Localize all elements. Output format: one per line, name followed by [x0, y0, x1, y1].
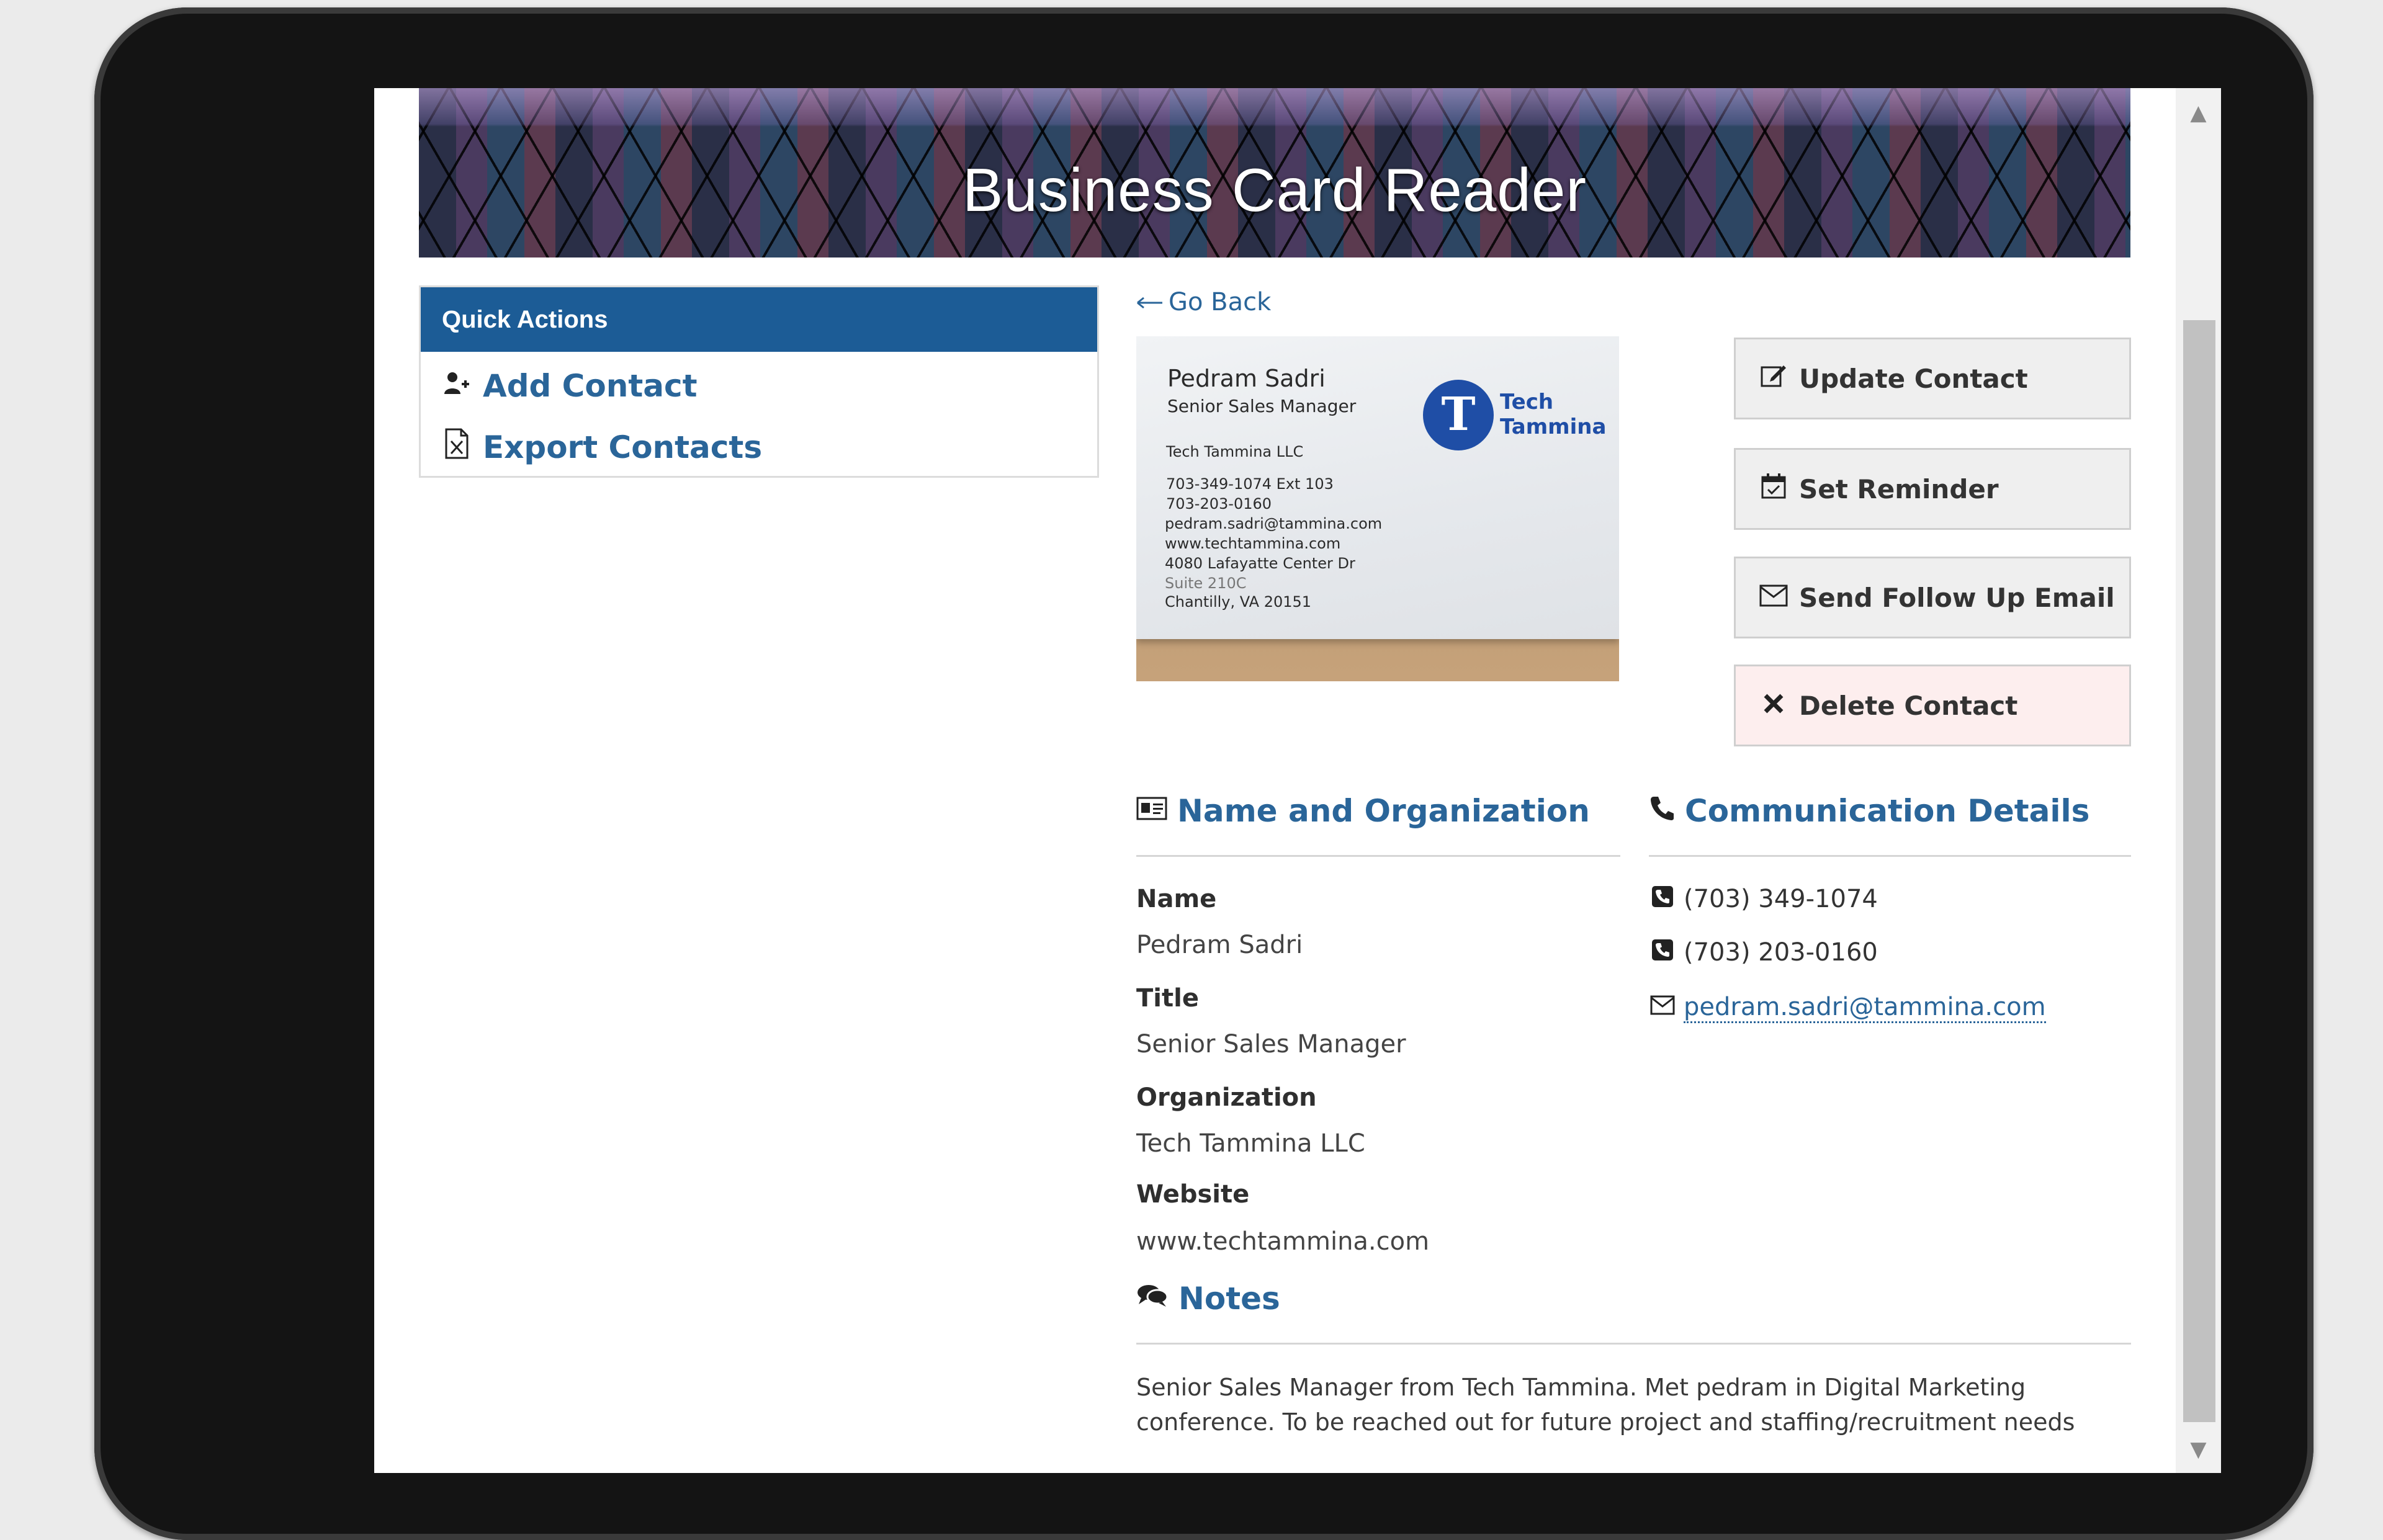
quick-actions-panel: Quick Actions Add Contact Export Contact…	[419, 285, 1099, 478]
card-title: Senior Sales Manager	[1167, 396, 1357, 416]
card-line: pedram.sadri@tammina.com	[1165, 515, 1383, 532]
card-line: 4080 Lafayatte Center Dr	[1165, 555, 1355, 572]
name-org-divider	[1136, 855, 1620, 857]
app-screen: Business Card Reader Quick Actions Add C…	[374, 88, 2221, 1473]
card-line: 703-349-1074 Ext 103	[1166, 475, 1334, 493]
file-excel-icon	[442, 428, 472, 467]
card-logo-icon: T	[1423, 380, 1494, 450]
email-link[interactable]: pedram.sadri@tammina.com	[1684, 993, 2046, 1023]
close-icon	[1758, 690, 1789, 722]
update-contact-button[interactable]: Update Contact	[1734, 338, 2131, 419]
go-back-link[interactable]: Go Back	[1136, 288, 1271, 316]
delete-contact-button[interactable]: Delete Contact	[1734, 665, 2131, 746]
card-line: Suite 210C	[1165, 575, 1247, 592]
scroll-up-arrow[interactable]: ▲	[2176, 94, 2221, 132]
envelope-icon	[1649, 995, 1676, 1021]
notes-divider	[1136, 1343, 2131, 1345]
name-value: Pedram Sadri	[1136, 931, 1303, 959]
card-logo-line1: Tech	[1500, 390, 1554, 414]
set-reminder-label: Set Reminder	[1799, 473, 1999, 504]
edit-icon	[1758, 362, 1789, 396]
card-logo-line2: Tammina	[1500, 414, 1607, 439]
communication-title: Communication Details	[1685, 793, 2090, 829]
card-company: Tech Tammina LLC	[1166, 443, 1304, 460]
name-org-title: Name and Organization	[1177, 793, 1590, 829]
card-line: www.techtammina.com	[1165, 535, 1341, 552]
comments-icon	[1136, 1283, 1169, 1315]
notes-title: Notes	[1178, 1281, 1280, 1317]
phone-number: (703) 203-0160	[1684, 938, 1878, 967]
tablet-frame: Business Card Reader Quick Actions Add C…	[94, 7, 2313, 1540]
notes-heading: Notes	[1136, 1281, 1280, 1317]
phone-icon	[1649, 795, 1675, 828]
add-contact-link[interactable]: Add Contact	[442, 368, 698, 404]
name-org-heading: Name and Organization	[1136, 793, 1590, 829]
user-plus-icon	[442, 370, 472, 402]
card-logo-text: Tech Tammina	[1500, 390, 1606, 439]
name-label: Name	[1136, 885, 1217, 913]
website-label: Website	[1136, 1180, 1250, 1209]
envelope-icon	[1758, 582, 1789, 614]
export-contacts-link[interactable]: Export Contacts	[442, 428, 762, 467]
vertical-scrollbar[interactable]: ▲ ▼	[2176, 88, 2221, 1473]
scroll-down-arrow[interactable]: ▼	[2176, 1431, 2221, 1468]
update-contact-label: Update Contact	[1799, 363, 2028, 394]
title-value: Senior Sales Manager	[1136, 1030, 1406, 1059]
card-surface: Pedram Sadri Senior Sales Manager T Tech…	[1136, 336, 1619, 639]
export-contacts-label: Export Contacts	[483, 429, 763, 465]
notes-text: Senior Sales Manager from Tech Tammina. …	[1136, 1374, 2075, 1436]
organization-label: Organization	[1136, 1083, 1317, 1112]
set-reminder-button[interactable]: Set Reminder	[1734, 448, 2131, 530]
app-title: Business Card Reader	[963, 156, 1587, 224]
card-line: 703-203-0160	[1166, 495, 1272, 513]
phone-square-icon	[1649, 939, 1676, 967]
id-card-icon	[1136, 795, 1167, 827]
organization-value: Tech Tammina LLC	[1136, 1129, 1365, 1158]
phone-number: (703) 349-1074	[1684, 885, 1878, 913]
website-value: www.techtammina.com	[1136, 1227, 1430, 1256]
add-contact-label: Add Contact	[483, 368, 698, 404]
phone-row: (703) 203-0160	[1649, 938, 1878, 967]
communication-heading: Communication Details	[1649, 793, 2089, 829]
delete-contact-label: Delete Contact	[1799, 690, 2018, 721]
quick-actions-header: Quick Actions	[421, 287, 1097, 352]
card-line: Chantilly, VA 20151	[1165, 593, 1312, 611]
title-label: Title	[1136, 984, 1199, 1013]
go-back-label: Go Back	[1169, 288, 1272, 316]
send-follow-up-email-button[interactable]: Send Follow Up Email	[1734, 557, 2131, 638]
card-name: Pedram Sadri	[1167, 365, 1326, 392]
send-follow-up-email-label: Send Follow Up Email	[1799, 582, 2115, 613]
communication-divider	[1649, 855, 2131, 857]
arrow-left-icon	[1136, 288, 1164, 316]
header-banner: Business Card Reader	[419, 88, 2130, 257]
business-card-image: Pedram Sadri Senior Sales Manager T Tech…	[1136, 336, 1619, 681]
email-row: pedram.sadri@tammina.com	[1649, 993, 2046, 1023]
calendar-check-icon	[1758, 472, 1789, 506]
phone-row: (703) 349-1074	[1649, 885, 1878, 913]
phone-square-icon	[1649, 885, 1676, 913]
scroll-thumb[interactable]	[2183, 320, 2215, 1422]
